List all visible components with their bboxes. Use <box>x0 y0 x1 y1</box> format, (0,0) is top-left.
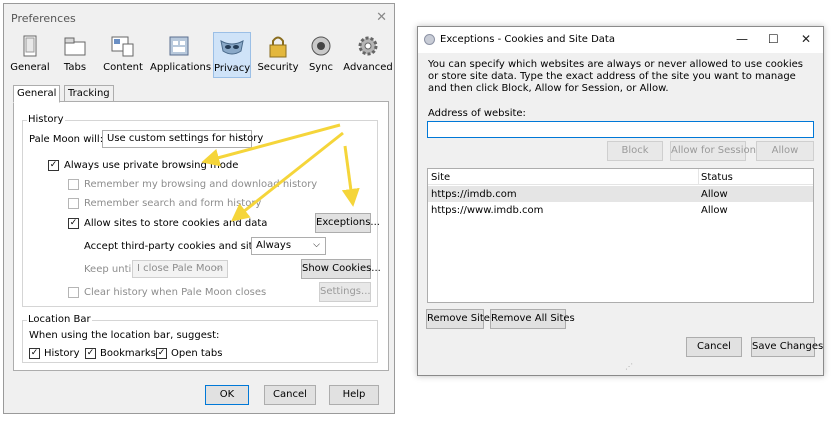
chevron-down-icon: ⌵ <box>239 133 246 143</box>
location-bar-group: Location Bar When using the location bar… <box>22 314 378 363</box>
window-title: Preferences <box>11 12 76 25</box>
privacy-mask-icon <box>220 40 244 55</box>
chevron-down-icon: ⌵ <box>313 240 320 250</box>
remember-search-checkbox <box>68 198 79 209</box>
toolbar-security[interactable]: Security <box>256 32 300 78</box>
remove-site-button[interactable]: Remove Site <box>426 309 490 329</box>
exceptions-titlebar: Exceptions - Cookies and Site Data — ☐ ✕ <box>418 27 823 53</box>
suggest-open-tabs-label: Open tabs <box>171 348 223 359</box>
toolbar-sync[interactable]: Sync <box>304 32 338 78</box>
column-status[interactable]: Status <box>701 172 733 183</box>
cancel-button[interactable]: Cancel <box>264 385 316 405</box>
tabs-icon <box>64 37 86 56</box>
address-label: Address of website: <box>428 108 526 119</box>
toolbar-privacy[interactable]: Privacy <box>213 32 251 78</box>
keep-until-select: I close Pale Moon ⌵ <box>132 260 228 278</box>
close-icon[interactable]: ✕ <box>801 32 811 46</box>
clear-history-label: Clear history when Pale Moon closes <box>84 287 267 298</box>
suggest-bookmarks-checkbox[interactable]: ✓ <box>85 348 96 359</box>
chevron-down-icon: ⌵ <box>215 263 222 273</box>
privacy-panel: History Pale Moon will: Use custom setti… <box>13 101 389 371</box>
subtab-general[interactable]: General <box>13 85 61 103</box>
gear-icon <box>358 36 378 56</box>
list-header: Site Status <box>428 169 813 185</box>
row-site: https://www.imdb.com <box>431 205 544 216</box>
location-bar-group-label: Location Bar <box>27 314 92 325</box>
block-button: Block <box>607 141 663 161</box>
allow-session-button: Allow for Session <box>670 141 756 161</box>
preferences-toolbar: General Tabs Content Applications Privac… <box>10 32 393 78</box>
preferences-window: Preferences ✕ General Tabs Content Appli… <box>3 3 395 414</box>
column-site[interactable]: Site <box>431 172 450 183</box>
exceptions-list[interactable]: Site Status https://imdb.com Allow https… <box>427 168 814 303</box>
general-icon <box>23 35 37 57</box>
toolbar-advanced[interactable]: Advanced <box>343 32 393 78</box>
suggest-label: When using the location bar, suggest: <box>29 330 220 341</box>
padlock-icon <box>269 36 287 58</box>
toolbar-applications[interactable]: Applications <box>150 32 211 78</box>
exceptions-title: Exceptions - Cookies and Site Data <box>440 34 615 45</box>
suggest-history-checkbox[interactable]: ✓ <box>29 348 40 359</box>
history-group-label: History <box>27 114 65 125</box>
resize-grip-icon[interactable]: ⋰ <box>625 362 633 371</box>
exceptions-description: You can specify which websites are alway… <box>428 59 803 94</box>
keep-until-label: Keep until: <box>84 264 138 275</box>
show-cookies-button[interactable]: Show Cookies... <box>301 259 381 279</box>
address-input[interactable] <box>428 122 813 137</box>
always-private-label: Always use private browsing mode <box>64 160 239 171</box>
help-button[interactable]: Help <box>329 385 379 405</box>
toolbar-content[interactable]: Content <box>100 32 146 78</box>
remember-browsing-checkbox <box>68 179 79 190</box>
always-private-checkbox[interactable]: ✓ <box>48 160 59 171</box>
suggest-open-tabs-checkbox[interactable]: ✓ <box>156 348 167 359</box>
content-icon <box>111 36 134 57</box>
maximize-icon[interactable]: ☐ <box>768 32 779 46</box>
remember-search-label: Remember search and form history <box>84 198 262 209</box>
minimize-icon[interactable]: — <box>736 32 748 46</box>
clear-history-checkbox <box>68 287 79 298</box>
sync-icon <box>311 36 331 56</box>
ok-button[interactable]: OK <box>205 385 249 405</box>
suggest-history-label: History <box>44 348 80 359</box>
row-status: Allow <box>701 205 728 216</box>
toolbar-tabs[interactable]: Tabs <box>56 32 94 78</box>
settings-button: Settings... <box>319 282 371 302</box>
history-group: History Pale Moon will: Use custom setti… <box>22 114 381 307</box>
exceptions-dialog: Exceptions - Cookies and Site Data — ☐ ✕… <box>417 26 824 376</box>
save-changes-button[interactable]: Save Changes <box>751 337 823 357</box>
table-row[interactable]: https://www.imdb.com Allow <box>428 202 813 218</box>
row-site: https://imdb.com <box>431 189 517 200</box>
remove-all-sites-button[interactable]: Remove All Sites <box>490 309 575 329</box>
close-icon[interactable]: ✕ <box>376 10 387 25</box>
suggest-bookmarks-label: Bookmarks <box>100 348 156 359</box>
exceptions-button[interactable]: Exceptions... <box>315 213 380 233</box>
allow-button: Allow <box>756 141 814 161</box>
address-field[interactable] <box>427 121 814 138</box>
remember-browsing-label: Remember my browsing and download histor… <box>84 179 318 190</box>
row-status: Allow <box>701 189 728 200</box>
will-label: Pale Moon will: <box>29 134 104 145</box>
app-icon <box>424 34 435 45</box>
allow-cookies-checkbox[interactable]: ✓ <box>68 218 79 229</box>
third-party-select[interactable]: Always ⌵ <box>251 237 326 255</box>
allow-cookies-label: Allow sites to store cookies and data <box>84 218 268 229</box>
toolbar-general[interactable]: General <box>10 32 50 78</box>
subtab-tracking[interactable]: Tracking <box>64 85 114 102</box>
applications-icon <box>169 36 189 56</box>
exceptions-cancel-button[interactable]: Cancel <box>686 337 742 357</box>
history-mode-select[interactable]: Use custom settings for history ⌵ <box>102 130 263 148</box>
table-row[interactable]: https://imdb.com Allow <box>428 186 813 202</box>
